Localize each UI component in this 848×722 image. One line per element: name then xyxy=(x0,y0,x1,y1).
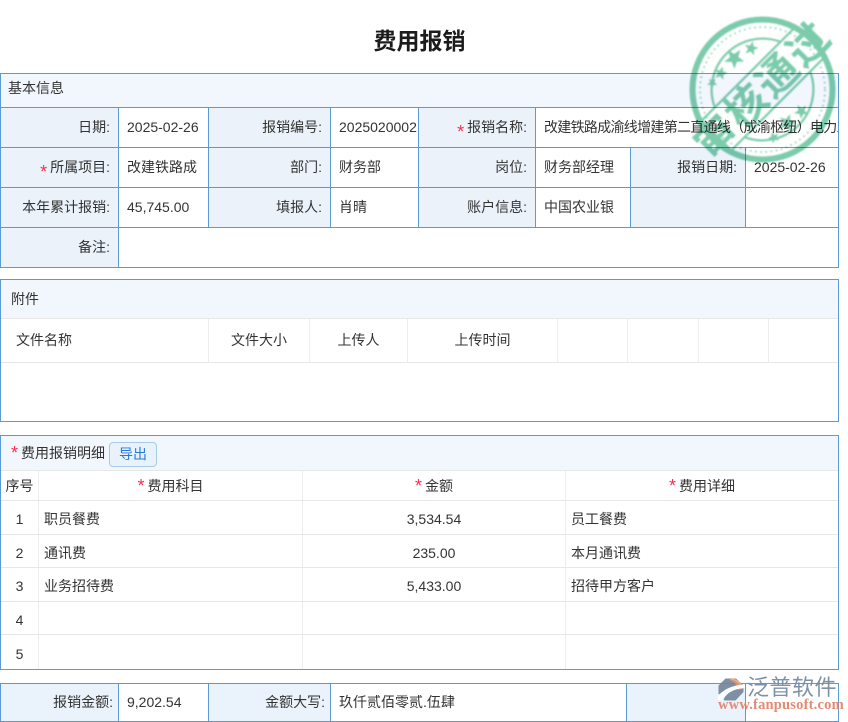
svg-text:审核通过: 审核通过 xyxy=(678,5,843,170)
